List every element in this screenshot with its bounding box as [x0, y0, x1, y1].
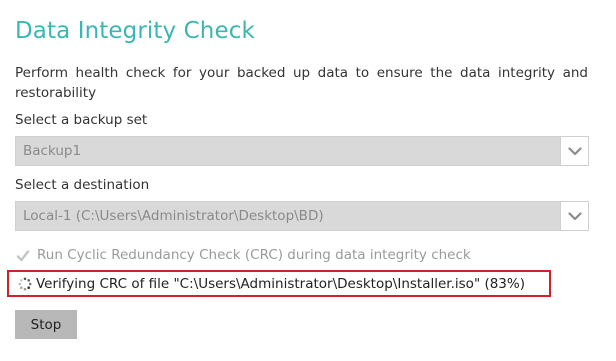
backup-set-value: Backup1 [23, 143, 82, 159]
destination-value: Local-1 (C:\Users\Administrator\Desktop\… [23, 208, 324, 224]
stop-button[interactable]: Stop [15, 310, 77, 339]
backup-set-label: Select a backup set [15, 112, 148, 128]
destination-dropdown-button[interactable] [560, 202, 588, 230]
checkmark-icon[interactable] [15, 248, 31, 264]
backup-set-select[interactable]: Backup1 [15, 136, 589, 166]
loading-spinner-icon [18, 277, 32, 291]
destination-label: Select a destination [15, 177, 150, 193]
status-highlight: Verifying CRC of file "C:\Users\Administ… [7, 270, 551, 297]
chevron-down-icon [567, 146, 582, 155]
backup-set-dropdown-button[interactable] [560, 137, 588, 165]
crc-status-text: Verifying CRC of file "C:\Users\Administ… [36, 276, 525, 292]
crc-option-label: Run Cyclic Redundancy Check (CRC) during… [37, 247, 471, 263]
page-title: Data Integrity Check [15, 18, 255, 44]
page-description: Perform health check for your backed up … [15, 65, 588, 101]
chevron-down-icon [567, 211, 582, 220]
destination-select[interactable]: Local-1 (C:\Users\Administrator\Desktop\… [15, 201, 589, 231]
